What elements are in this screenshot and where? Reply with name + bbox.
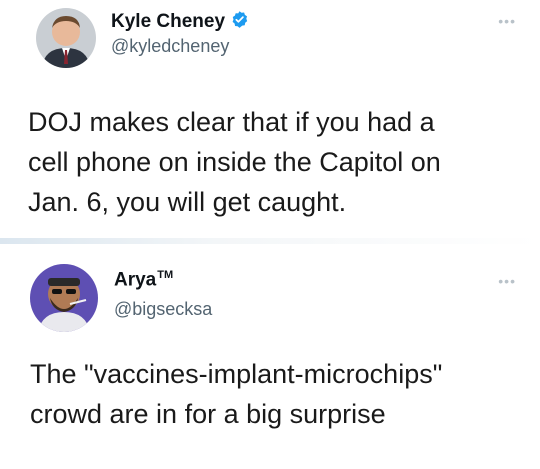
handle[interactable]: @bigsecksa	[114, 299, 212, 320]
tweet-text: The "vaccines-implant-microchips" crowd …	[30, 359, 443, 429]
handle[interactable]: @kyledcheney	[111, 36, 229, 57]
avatar-kyle-cheney[interactable]	[36, 8, 96, 68]
author-row: AryaTM	[114, 269, 173, 291]
tweet-arya[interactable]: AryaTM @bigsecksa ••• The "vaccines-impl…	[0, 244, 540, 469]
tweet-kyle-cheney[interactable]: Kyle Cheney @kyledcheney ••• DOJ makes c…	[0, 0, 540, 238]
more-dots-icon[interactable]: •••	[498, 274, 516, 288]
trademark-suffix: TM	[157, 269, 174, 281]
avatar-arya[interactable]	[30, 264, 98, 332]
display-name[interactable]: Kyle Cheney	[111, 11, 225, 33]
tweet-text: DOJ makes clear that if you had a cell p…	[28, 107, 441, 217]
display-name-text: Arya	[114, 269, 157, 291]
author-row: Kyle Cheney	[111, 10, 249, 34]
more-dots-icon[interactable]: •••	[498, 14, 516, 28]
verified-badge-icon	[230, 10, 249, 34]
display-name[interactable]: AryaTM	[114, 269, 173, 291]
